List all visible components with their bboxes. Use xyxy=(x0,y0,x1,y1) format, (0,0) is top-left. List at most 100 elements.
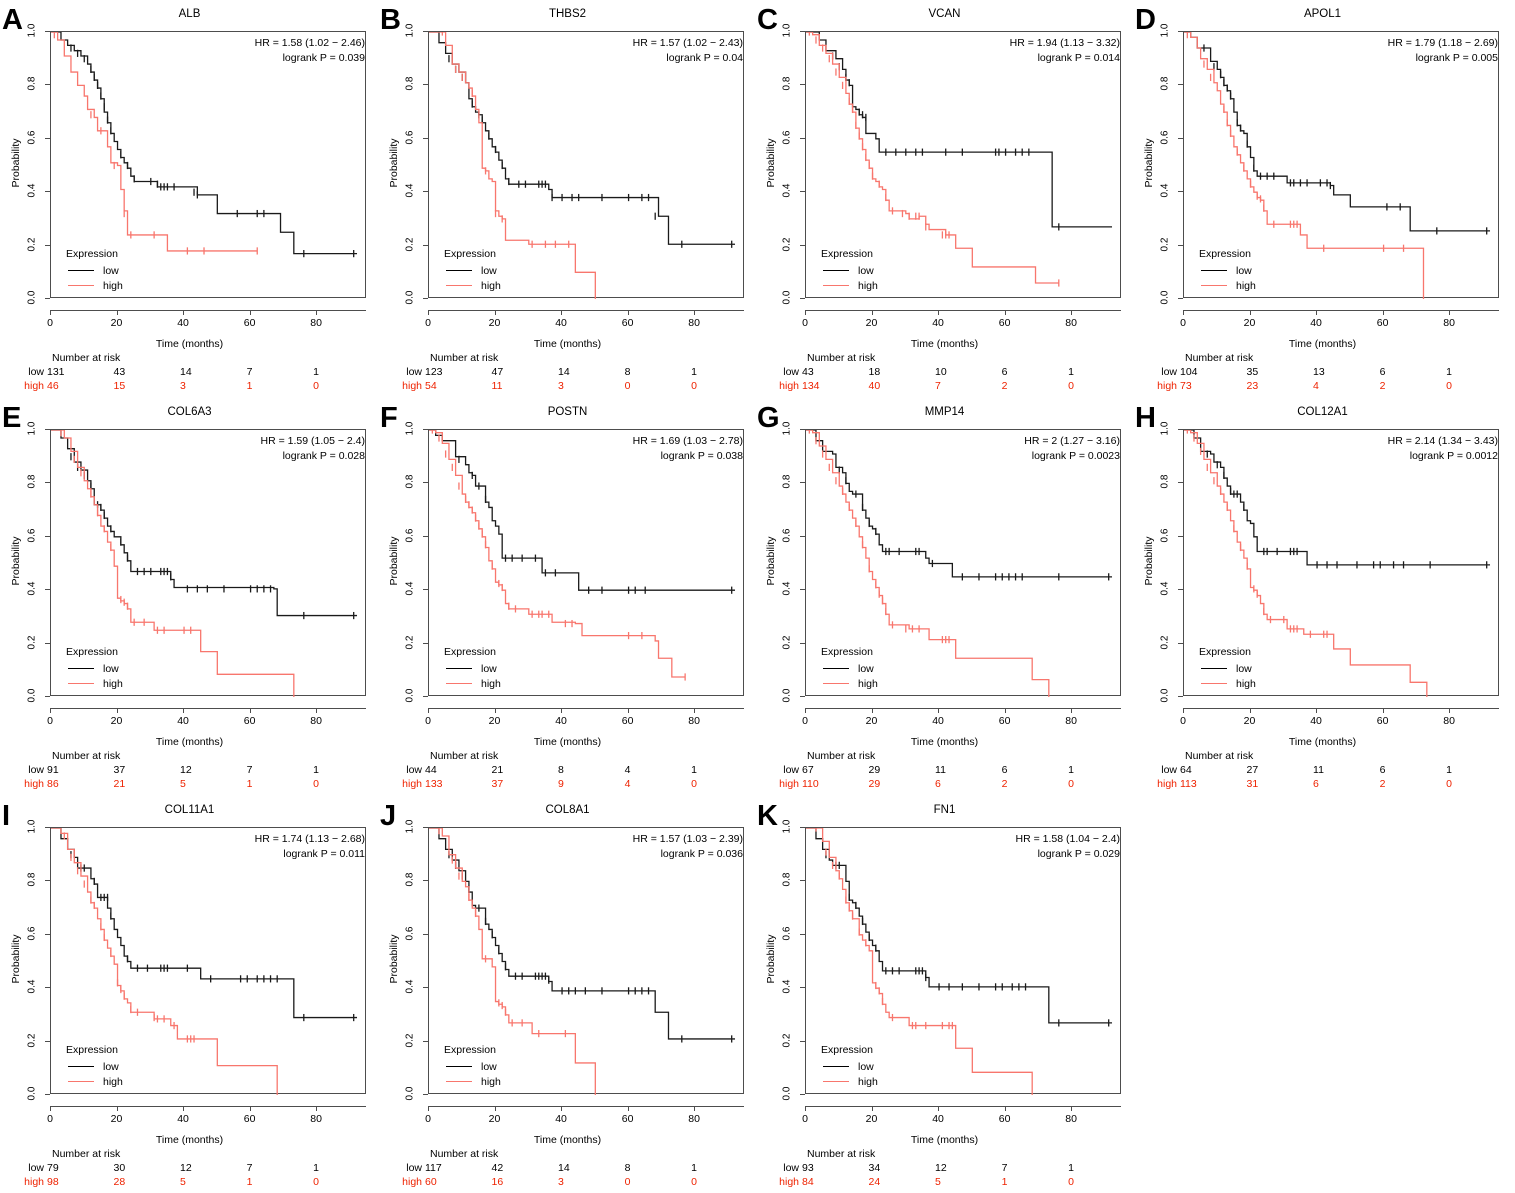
legend-item-high[interactable]: high xyxy=(1199,676,1256,691)
x-axis-title: Time (months) xyxy=(155,736,224,748)
x-tick-label: 20 xyxy=(110,1113,123,1125)
x-tick-mark xyxy=(805,708,806,713)
expression-legend: Expression low high xyxy=(444,1044,501,1089)
risk-row-high: high 46 15 3 1 0 xyxy=(0,380,379,394)
x-tick-label: 0 xyxy=(802,1113,808,1125)
legend-item-low[interactable]: low xyxy=(1199,263,1256,278)
y-tick-mark xyxy=(423,642,428,644)
x-tick-mark xyxy=(428,708,429,713)
risk-cell: 133 xyxy=(425,778,443,790)
x-axis-line xyxy=(1183,708,1499,709)
y-tick-mark xyxy=(1178,31,1183,32)
x-tick-mark xyxy=(50,1106,51,1111)
x-tick-mark xyxy=(183,1106,185,1111)
censor-marks-low xyxy=(825,851,1110,1027)
y-tick-label: 0.0 xyxy=(781,688,793,703)
risk-cell: 117 xyxy=(425,1162,442,1174)
legend-item-high[interactable]: high xyxy=(821,278,878,293)
legend-item-high[interactable]: high xyxy=(66,676,123,691)
censor-marks-low xyxy=(458,455,733,594)
risk-cell: 23 xyxy=(1246,380,1259,392)
y-tick-label: 0.6 xyxy=(404,926,416,941)
legend-item-low[interactable]: low xyxy=(66,1059,123,1074)
y-tick-mark xyxy=(423,827,428,828)
x-tick-mark xyxy=(1183,310,1184,315)
km-panel-i: I COL11A1 0.0 0.2 0.4 0.6 0.8 1.0 Probability 0 20… xyxy=(0,796,379,1193)
risk-cell: 29 xyxy=(868,764,881,776)
legend-item-high[interactable]: high xyxy=(444,278,501,293)
risk-cell: 5 xyxy=(935,1176,941,1188)
risk-row-low: low 43 18 10 6 1 xyxy=(755,366,1134,380)
x-tick-mark xyxy=(1183,708,1184,713)
y-tick-label: 1.0 xyxy=(404,421,416,436)
legend-item-high[interactable]: high xyxy=(66,278,123,293)
x-tick-mark xyxy=(1316,310,1318,315)
y-tick-label: 0.2 xyxy=(404,1033,416,1048)
y-tick-mark xyxy=(800,589,805,591)
y-tick-label: 0.6 xyxy=(781,926,793,941)
legend-title: Expression xyxy=(66,248,118,260)
x-tick-label: 40 xyxy=(555,317,567,329)
legend-item-high[interactable]: high xyxy=(444,676,501,691)
x-tick-label: 20 xyxy=(865,1113,878,1125)
x-tick-label: 80 xyxy=(310,317,322,329)
y-tick-mark xyxy=(423,191,428,193)
risk-row-label-high: high xyxy=(1157,778,1177,790)
x-tick-mark xyxy=(183,310,185,315)
risk-row-label-high: high xyxy=(779,778,799,790)
legend-label-low: low xyxy=(858,662,874,675)
legend-item-low[interactable]: low xyxy=(1199,661,1256,676)
censor-marks-low xyxy=(1206,450,1488,569)
legend-item-low[interactable]: low xyxy=(821,661,878,676)
stats-annotation: HR = 1.58 (1.04 − 2.4) logrank P = 0.029 xyxy=(1016,832,1120,862)
y-tick-mark xyxy=(800,1094,805,1095)
risk-cell: 21 xyxy=(113,778,126,790)
legend-item-low[interactable]: low xyxy=(444,661,501,676)
hazard-ratio-text: HR = 1.79 (1.18 − 2.69) xyxy=(1387,37,1498,49)
legend-item-low[interactable]: low xyxy=(66,661,123,676)
risk-cell: 12 xyxy=(180,764,192,776)
x-tick-label: 60 xyxy=(621,317,634,329)
y-tick-label: 0.8 xyxy=(781,872,793,887)
legend-label-high: high xyxy=(481,677,501,690)
x-axis-title: Time (months) xyxy=(533,338,602,350)
legend-title: Expression xyxy=(444,1044,496,1056)
risk-cell: 47 xyxy=(491,366,504,378)
legend-item-high[interactable]: high xyxy=(821,1074,878,1089)
x-tick-label: 60 xyxy=(1376,317,1389,329)
risk-row-label-low: low xyxy=(783,366,799,378)
y-tick-mark xyxy=(45,191,50,193)
risk-row-low: low 64 27 11 6 1 xyxy=(1133,764,1512,778)
panel-title: COL12A1 xyxy=(1297,406,1348,418)
censor-marks-low xyxy=(70,44,355,258)
legend-item-low[interactable]: low xyxy=(66,263,123,278)
x-tick-label: 40 xyxy=(932,715,944,727)
legend-item-low[interactable]: low xyxy=(821,1059,878,1074)
legend-item-high[interactable]: high xyxy=(444,1074,501,1089)
y-tick-label: 1.0 xyxy=(404,819,416,834)
risk-cell: 28 xyxy=(113,1176,126,1188)
km-panel-b: B THBS2 0.0 0.2 0.4 0.6 0.8 1.0 Probability 0 20 40… xyxy=(378,0,757,397)
y-tick-label: 0.4 xyxy=(781,979,793,994)
legend-item-high[interactable]: high xyxy=(1199,278,1256,293)
x-tick-label: 40 xyxy=(555,715,567,727)
risk-row-label-high: high xyxy=(24,380,44,392)
legend-title: Expression xyxy=(444,646,496,658)
x-tick-label: 80 xyxy=(310,715,322,727)
risk-cell: 123 xyxy=(425,366,443,378)
y-tick-mark xyxy=(45,31,50,32)
y-tick-label: 0.8 xyxy=(404,76,416,91)
legend-item-low[interactable]: low xyxy=(444,263,501,278)
risk-table-title: Number at risk xyxy=(1185,750,1254,762)
x-tick-mark xyxy=(627,1106,629,1111)
expression-legend: Expression low high xyxy=(821,646,878,691)
risk-cell: 10 xyxy=(935,366,947,378)
legend-item-low[interactable]: low xyxy=(444,1059,501,1074)
panel-title: COL8A1 xyxy=(545,804,590,816)
legend-item-high[interactable]: high xyxy=(66,1074,123,1089)
legend-item-high[interactable]: high xyxy=(821,676,878,691)
stats-annotation: HR = 1.69 (1.03 − 2.78) logrank P = 0.038 xyxy=(633,434,743,464)
y-tick-mark xyxy=(800,298,805,299)
risk-cell: 6 xyxy=(1001,764,1008,776)
legend-item-low[interactable]: low xyxy=(821,263,878,278)
